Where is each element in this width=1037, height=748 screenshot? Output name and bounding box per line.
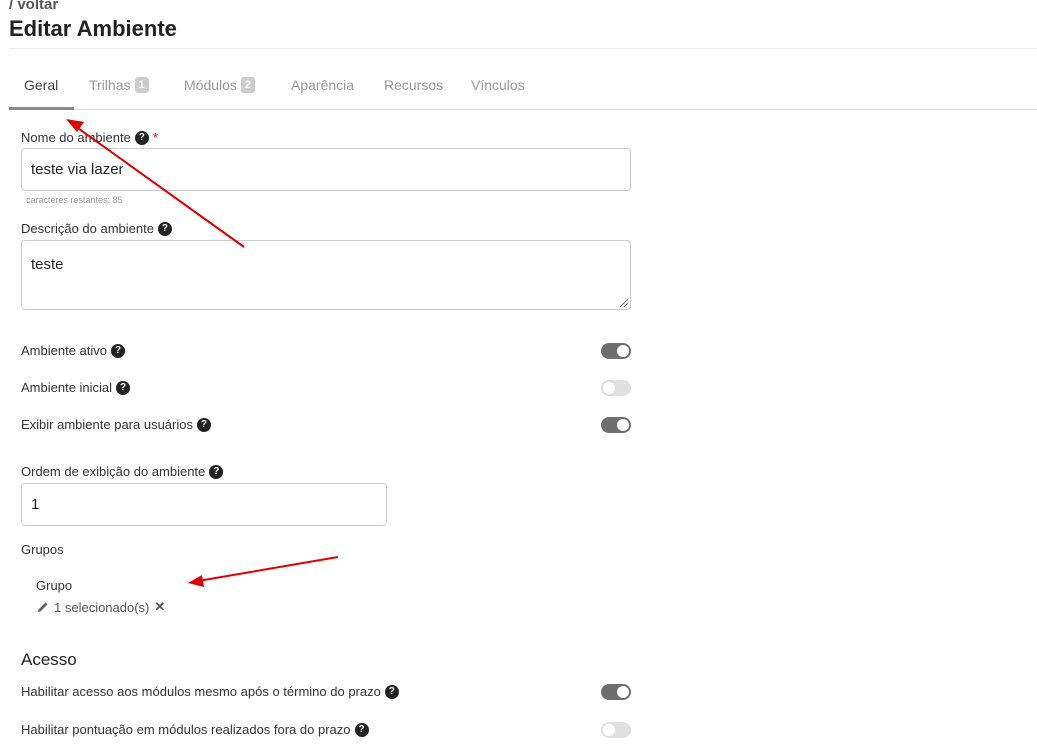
tab-count-badge: 1 — [134, 77, 149, 93]
tab-vinculos[interactable]: Vínculos — [471, 70, 525, 110]
description-label-text: Descrição do ambiente — [21, 221, 154, 236]
toggle-label-text: Habilitar acesso aos módulos mesmo após … — [21, 684, 381, 699]
tab-label: Módulos — [184, 77, 237, 93]
order-input-value: 1 — [31, 496, 40, 513]
question-circle-icon[interactable]: ? — [209, 464, 224, 479]
ambiente-inicial-toggle[interactable] — [601, 380, 631, 396]
toggle-knob — [603, 724, 615, 736]
question-circle-icon[interactable]: ? — [354, 722, 369, 737]
question-circle-icon[interactable]: ? — [384, 684, 399, 699]
description-field-label: Descrição do ambiente ? — [21, 221, 172, 236]
close-icon[interactable]: ✕ — [154, 599, 165, 615]
group-selected-text[interactable]: 1 selecionado(s) — [54, 600, 149, 615]
pontuacao-fora-prazo-toggle[interactable] — [601, 722, 631, 738]
toggle-row-label: Exibir ambiente para usuários ? — [21, 417, 211, 432]
tab-label: Recursos — [384, 77, 444, 93]
tab-label: Geral — [24, 77, 59, 93]
resize-grip-icon[interactable] — [620, 299, 628, 307]
annotation-arrow — [197, 556, 339, 582]
page-title: Editar Ambiente — [9, 16, 177, 41]
order-field-label: Ordem de exibição do ambiente ? — [21, 464, 224, 479]
ambiente-ativo-toggle[interactable] — [601, 343, 631, 359]
question-circle-icon[interactable]: ? — [134, 130, 149, 145]
tab-recursos[interactable]: Recursos — [384, 70, 443, 110]
chars-remaining-text: caracteres restantes: 85 — [26, 195, 123, 205]
groups-label: Grupos — [21, 542, 64, 557]
tab-label: Aparência — [291, 77, 355, 93]
access-section-title: Acesso — [21, 650, 77, 669]
question-circle-icon[interactable]: ? — [196, 417, 211, 432]
toggle-row-label: Ambiente ativo ? — [21, 343, 125, 358]
acesso-apos-prazo-toggle[interactable] — [601, 684, 631, 700]
description-textarea[interactable]: teste — [21, 240, 631, 310]
tab-modulos[interactable]: Módulos 2 — [184, 70, 256, 110]
groups-label-text: Grupos — [21, 542, 64, 557]
tab-geral[interactable]: Geral — [9, 70, 74, 110]
group-label: Grupo — [36, 578, 72, 593]
question-circle-icon[interactable]: ? — [157, 221, 172, 236]
annotation-arrows — [66, 119, 339, 587]
tab-count-badge: 2 — [240, 77, 256, 93]
pencil-icon[interactable] — [36, 600, 50, 614]
group-selection: 1 selecionado(s) ✕ — [36, 599, 165, 615]
description-value: teste — [31, 256, 64, 273]
annotation-arrowhead — [188, 575, 204, 587]
toggle-knob — [617, 419, 629, 431]
toggle-row-label: Habilitar pontuação em módulos realizado… — [21, 722, 369, 737]
toggle-row-label: Ambiente inicial ? — [21, 380, 131, 395]
exibir-ambiente-toggle[interactable] — [601, 417, 631, 433]
back-link[interactable]: / voltar — [9, 0, 58, 13]
tab-bar: Geral Trilhas 1 Módulos 2 Aparência Recu… — [9, 70, 1037, 110]
toggle-knob — [603, 382, 615, 394]
title-divider — [9, 48, 1037, 49]
toggle-knob — [617, 345, 629, 357]
name-field-label: Nome do ambiente ? * — [21, 130, 158, 145]
name-label-text: Nome do ambiente — [21, 130, 131, 145]
question-circle-icon[interactable]: ? — [111, 343, 125, 358]
toggle-row-label: Habilitar acesso aos módulos mesmo após … — [21, 684, 399, 699]
toggle-label-text: Habilitar pontuação em módulos realizado… — [21, 722, 351, 737]
order-label-text: Ordem de exibição do ambiente — [21, 464, 206, 479]
group-label-text: Grupo — [36, 578, 73, 593]
toggle-label-text: Ambiente ativo — [21, 343, 107, 358]
toggle-label-text: Exibir ambiente para usuários — [21, 417, 193, 432]
tab-label: Trilhas — [89, 77, 131, 93]
question-circle-icon[interactable]: ? — [116, 380, 131, 395]
tab-trilhas[interactable]: Trilhas 1 — [89, 70, 149, 110]
tab-aparencia[interactable]: Aparência — [291, 70, 354, 110]
order-input[interactable]: 1 — [21, 483, 387, 526]
name-input[interactable]: teste via lazer — [21, 148, 631, 191]
name-input-value: teste via lazer — [31, 161, 124, 178]
tab-label: Vínculos — [471, 77, 525, 93]
toggle-knob — [617, 686, 629, 698]
required-marker: * — [152, 130, 158, 145]
toggle-label-text: Ambiente inicial — [21, 380, 113, 395]
